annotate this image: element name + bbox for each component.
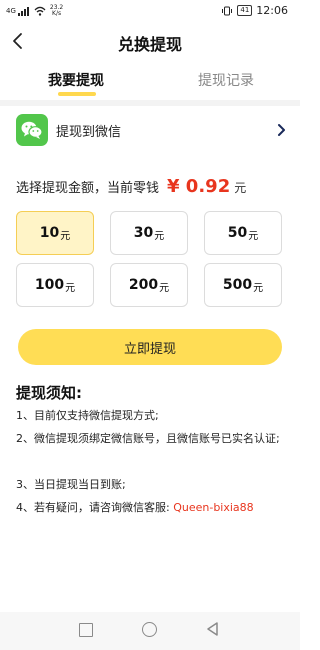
- notice-item-4-text: 4、若有疑问，请咨询微信客服:: [16, 501, 170, 514]
- system-navigation-bar: [0, 612, 300, 650]
- amount-value: 200: [128, 277, 159, 293]
- signal-icon: [17, 7, 29, 16]
- network-speed: 23.2 K/s: [50, 5, 63, 17]
- notice-title: 提现须知:: [16, 384, 82, 402]
- notice-item-1: 1、目前仅支持微信提现方式;: [16, 409, 159, 422]
- amount-unit: 元: [159, 283, 170, 294]
- network-label: 4G: [6, 7, 16, 15]
- system-back-button[interactable]: [205, 621, 221, 637]
- amount-unit: 元: [60, 231, 71, 242]
- amount-unit: 元: [65, 283, 76, 294]
- status-bar-right: 41 12:06: [221, 4, 288, 17]
- withdraw-method-label: 提现到微信: [56, 125, 122, 140]
- amount-value: 50: [227, 225, 248, 241]
- section-divider: [0, 100, 300, 106]
- amount-prompt: 选择提现金额，当前零钱: [16, 181, 160, 196]
- amount-option-200[interactable]: 200 元: [110, 263, 188, 307]
- amount-option-500[interactable]: 500 元: [204, 263, 282, 307]
- amount-value: 30: [133, 225, 154, 241]
- page-title: 兑换提现: [117, 35, 182, 54]
- notice-item-2: 2、微信提现须绑定微信账号，且微信账号已实名认证;: [16, 432, 280, 445]
- vibrate-icon: [222, 6, 233, 15]
- status-bar-left: 4G 23.2 K/s: [6, 5, 63, 17]
- withdraw-method-row[interactable]: 提现到微信: [0, 110, 300, 150]
- amount-value: 500: [222, 277, 253, 293]
- tab-bar: 我要提现 提现记录: [0, 62, 300, 100]
- wechat-icon: [16, 114, 48, 146]
- notice-item-4: 4、若有疑问，请咨询微信客服: Queen-bixia88: [16, 497, 286, 519]
- amount-value: 10: [39, 225, 60, 241]
- amount-value: 100: [34, 277, 65, 293]
- wifi-icon: [34, 6, 46, 16]
- amount-option-100[interactable]: 100 元: [16, 263, 94, 307]
- status-bar: 4G 23.2 K/s 41 12:06: [0, 0, 300, 22]
- tab-withdraw[interactable]: 我要提现: [48, 70, 104, 90]
- customer-service-id: Queen-bixia88: [173, 501, 254, 514]
- balance-unit: 元: [234, 181, 247, 195]
- recent-apps-button[interactable]: [79, 623, 93, 637]
- amount-unit: 元: [154, 231, 165, 242]
- withdraw-now-button[interactable]: 立即提现: [18, 329, 282, 365]
- amount-option-50[interactable]: 50 元: [204, 211, 282, 255]
- amount-option-10[interactable]: 10 元: [16, 211, 94, 255]
- battery-indicator: 41: [237, 5, 253, 16]
- top-nav-bar: 兑换提现: [0, 22, 300, 62]
- amount-unit: 元: [248, 231, 259, 242]
- active-tab-indicator: [58, 92, 96, 96]
- amount-prompt-line: 选择提现金额，当前零钱 ¥ 0.92 元: [16, 176, 246, 197]
- clock: 12:06: [256, 4, 288, 17]
- speed-unit: K/s: [52, 10, 62, 17]
- chevron-right-icon: [278, 124, 285, 136]
- home-button[interactable]: [142, 622, 157, 637]
- notice-item-3: 3、当日提现当日到账;: [16, 478, 126, 491]
- amount-option-30[interactable]: 30 元: [110, 211, 188, 255]
- tab-withdraw-history[interactable]: 提现记录: [198, 70, 254, 90]
- current-balance: ¥ 0.92: [167, 176, 231, 197]
- amount-unit: 元: [253, 283, 264, 294]
